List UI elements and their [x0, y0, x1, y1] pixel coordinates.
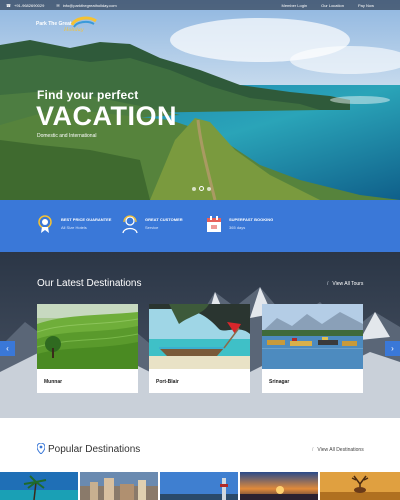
feature-subtitle: Service — [145, 225, 159, 230]
feature-customer: GREAT CUSTOMER Service — [121, 214, 183, 234]
phone-contact[interactable]: ☎ +91-9682690029 — [6, 3, 44, 8]
section-title: Our Latest Destinations — [37, 278, 142, 289]
hero-title: VACATION — [36, 101, 177, 131]
chevron-right-icon: › — [391, 344, 394, 353]
destination-thumbnail[interactable] — [160, 472, 238, 500]
chevron-left-icon: ‹ — [6, 344, 9, 353]
srinagar-image — [262, 304, 363, 369]
view-all-destinations-link[interactable]: / View All Destinations — [312, 447, 364, 453]
email-contact[interactable]: ✉ info@parkthegreatholiday.com — [56, 3, 116, 8]
site-logo[interactable]: Park The Great Holiday — [34, 13, 104, 35]
feature-title: GREAT CUSTOMER — [145, 217, 183, 222]
map-pin-icon — [37, 443, 45, 454]
section-title: Popular Destinations — [48, 444, 141, 455]
destination-card-srinagar[interactable]: Srinagar — [262, 304, 363, 393]
view-all-destinations-label: View All Destinations — [317, 447, 364, 453]
badge-icon — [38, 215, 52, 233]
features-strip: BEST PRICE GUARANTEE All Size Hotels GRE… — [0, 200, 400, 252]
sunset-image — [240, 472, 318, 500]
card-title: Srinagar — [269, 379, 290, 385]
munnar-image — [37, 304, 138, 369]
our-location-link[interactable]: Our Location — [321, 3, 344, 8]
carousel-prev-button[interactable]: ‹ — [0, 341, 15, 356]
feature-subtitle: 365 days — [229, 225, 246, 230]
phone-icon: ☎ — [6, 2, 11, 8]
port-blair-image — [149, 304, 250, 369]
destination-thumbnail[interactable] — [0, 472, 78, 500]
divider-slash: / — [327, 281, 329, 287]
feature-booking: SUPERFAST BOOKING 365 days — [205, 214, 273, 234]
destination-thumbnail[interactable] — [80, 472, 158, 500]
slider-dot-active[interactable] — [199, 186, 204, 191]
feature-best-price: BEST PRICE GUARANTEE All Size Hotels — [37, 214, 111, 234]
phone-number: +91-9682690029 — [13, 2, 45, 8]
calendar-icon — [207, 216, 221, 232]
logo-script-text: Holiday — [64, 27, 84, 33]
hero-banner: ☎ +91-9682690029 ✉ info@parkthegreatholi… — [0, 0, 400, 200]
slider-dot[interactable] — [192, 186, 196, 191]
support-icon — [122, 215, 138, 234]
email-address: info@parkthegreatholiday.com — [62, 2, 117, 8]
view-all-tours-link[interactable]: / View All Tours — [327, 281, 363, 287]
divider-slash: / — [312, 447, 314, 453]
view-all-tours-label: View All Tours — [332, 281, 364, 287]
city-image — [80, 472, 158, 500]
slider-dot[interactable] — [207, 186, 211, 191]
sky-tower-image — [160, 472, 238, 500]
feature-subtitle: All Size Hotels — [61, 225, 87, 230]
top-bar: ☎ +91-9682690029 ✉ info@parkthegreatholi… — [0, 0, 400, 10]
card-title: Port-Blair — [156, 379, 179, 385]
member-login-link[interactable]: Member Login — [282, 3, 308, 8]
carousel-next-button[interactable]: › — [385, 341, 400, 356]
feature-title: BEST PRICE GUARANTEE — [61, 217, 112, 222]
mail-icon: ✉ — [56, 2, 60, 8]
destination-thumbnail[interactable] — [240, 472, 318, 500]
wildlife-image — [320, 472, 400, 500]
destination-card-port-blair[interactable]: Port-Blair — [149, 304, 250, 393]
feature-title: SUPERFAST BOOKING — [229, 217, 274, 222]
card-title: Munnar — [44, 379, 63, 385]
hero-subtitle: Find your perfect — [37, 88, 139, 102]
pay-now-link[interactable]: Pay Now — [358, 3, 374, 8]
beach-palm-image — [0, 472, 78, 500]
destination-card-munnar[interactable]: Munnar — [37, 304, 138, 393]
slider-dots — [192, 186, 211, 191]
destination-thumbnail[interactable] — [320, 472, 400, 500]
hero-tagline: Domestic and International — [37, 133, 97, 139]
